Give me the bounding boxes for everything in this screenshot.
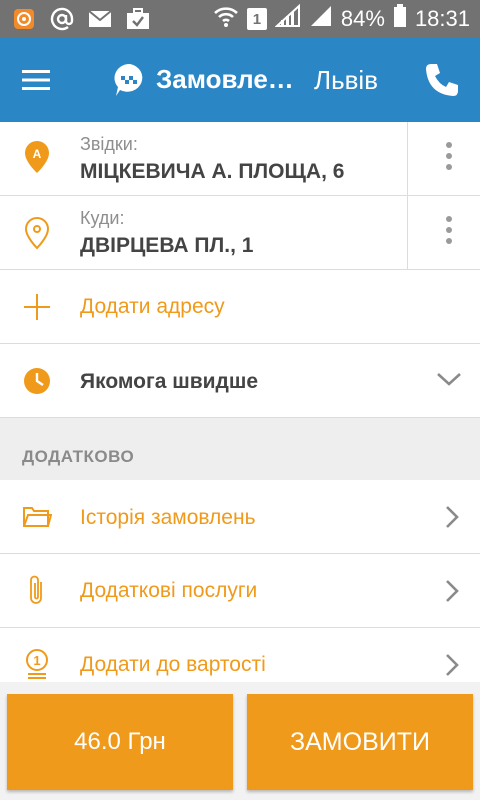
- signal-icon-secondary: [309, 4, 333, 34]
- plus-icon: [20, 290, 54, 324]
- email-icon: [88, 7, 112, 31]
- section-header: ДОДАТКОВО: [0, 418, 480, 480]
- battery-icon: [393, 4, 407, 34]
- menu-item-order-history[interactable]: Історія замовлень: [0, 480, 480, 554]
- battery-percent: 84%: [340, 6, 385, 31]
- to-more-options-icon[interactable]: [442, 216, 456, 250]
- sim-badge: 1: [246, 8, 267, 30]
- coin-digit: 1: [33, 653, 40, 668]
- app-bar: Замовле… Львів: [0, 38, 480, 122]
- price-button[interactable]: 46.0 Грн: [7, 694, 233, 790]
- phone-icon[interactable]: [422, 60, 462, 100]
- to-address-row[interactable]: Куди: ДВІРЦЕВА ПЛ., 1: [0, 196, 480, 270]
- pin-outline-icon: [20, 216, 54, 250]
- pin-a-icon: A: [20, 140, 54, 174]
- from-more-options-icon[interactable]: [442, 142, 456, 176]
- menu-item-additional-services[interactable]: Додаткові послуги: [0, 554, 480, 628]
- folder-icon: [20, 500, 54, 534]
- menu-item-label: Додати до вартості: [80, 653, 266, 676]
- section-title: ДОДАТКОВО: [22, 447, 135, 466]
- bottom-action-bar: 46.0 Грн ЗАМОВИТИ: [0, 682, 480, 800]
- chevron-right-icon: [442, 505, 462, 529]
- at-sign-icon: [50, 7, 74, 31]
- hamburger-menu-icon[interactable]: [20, 64, 52, 96]
- city-selector[interactable]: Львів: [314, 65, 378, 96]
- page-title: Замовле…: [156, 64, 294, 94]
- signal-icon: [274, 3, 301, 34]
- clock-icon: [20, 364, 54, 398]
- to-label: Куди:: [80, 208, 125, 228]
- from-label: Звідки:: [80, 134, 138, 154]
- menu-item-label: Історія замовлень: [80, 506, 256, 529]
- chevron-right-icon: [442, 653, 462, 677]
- add-address-label: Додати адресу: [80, 295, 225, 318]
- time-option-label: Якомога швидше: [80, 370, 259, 393]
- paperclip-icon: [20, 573, 54, 607]
- briefcase-check-icon: [126, 7, 150, 31]
- chevron-right-icon: [442, 579, 462, 603]
- wifi-icon: [213, 4, 239, 34]
- to-value: ДВІРЦЕВА ПЛ., 1: [80, 234, 254, 257]
- divider: [407, 196, 408, 269]
- taxi-logo-icon: [112, 62, 148, 98]
- from-value: МІЦКЕВИЧА А. ПЛОЩА, 6: [80, 160, 345, 183]
- clock-time: 18:31: [414, 6, 470, 31]
- pin-letter: A: [33, 147, 42, 161]
- add-address-row[interactable]: Додати адресу: [0, 270, 480, 344]
- time-selector-row[interactable]: Якомога швидше: [0, 344, 480, 418]
- coin-stack-icon: 1: [20, 648, 54, 682]
- order-button[interactable]: ЗАМОВИТИ: [247, 694, 473, 790]
- menu-item-label: Додаткові послуги: [80, 579, 258, 602]
- app-notification-icon: [12, 7, 36, 31]
- divider: [407, 122, 408, 195]
- from-address-row[interactable]: A Звідки: МІЦКЕВИЧА А. ПЛОЩА, 6: [0, 122, 480, 196]
- status-bar: 1 84% 18:31: [0, 0, 480, 38]
- chevron-down-icon: [436, 370, 462, 394]
